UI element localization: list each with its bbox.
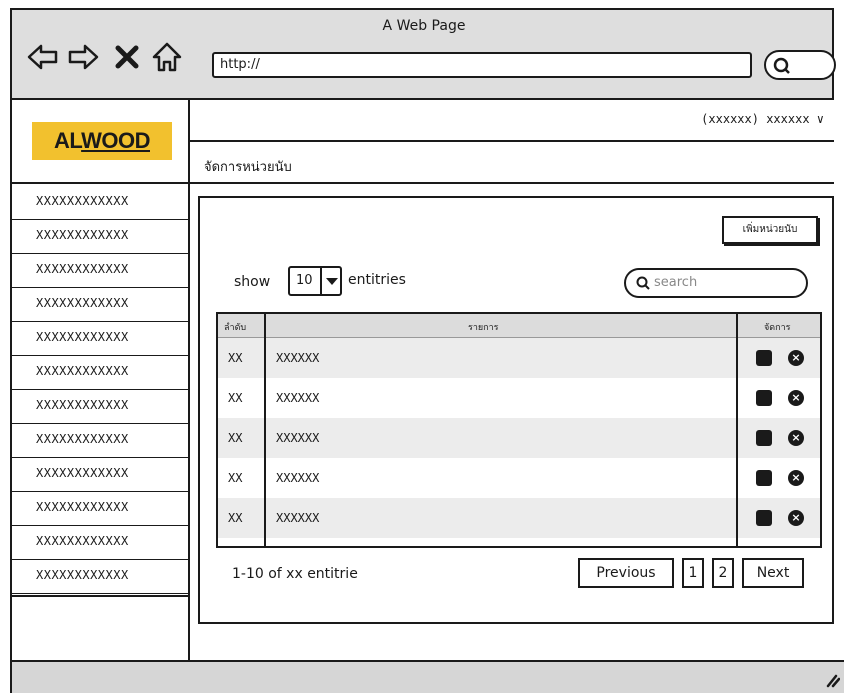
entries-summary: 1-10 of xx entitrie xyxy=(232,566,358,582)
column-divider xyxy=(264,314,266,546)
back-arrow-icon[interactable] xyxy=(26,40,60,74)
delete-icon[interactable]: × xyxy=(788,430,804,446)
close-x-icon[interactable] xyxy=(110,40,144,74)
status-bar xyxy=(10,660,844,693)
delete-icon[interactable]: × xyxy=(788,510,804,526)
logo[interactable]: ALWOOD xyxy=(32,122,172,160)
page-1-button[interactable]: 1 xyxy=(682,558,704,588)
table-row: XX XXXXXX × xyxy=(218,418,820,458)
search-placeholder: search xyxy=(654,275,698,290)
table-row: XX XXXXXX × xyxy=(218,338,820,378)
row-number: XX xyxy=(228,391,243,405)
column-header-action: จัดการ xyxy=(764,323,791,333)
column-header-no: ลำดับ xyxy=(224,323,247,333)
row-number: XX xyxy=(228,431,243,445)
entries-label: entitries xyxy=(348,272,406,288)
sidebar-item[interactable]: XXXXXXXXXXXX xyxy=(12,390,190,424)
sidebar-divider xyxy=(12,595,190,597)
window-title: A Web Page xyxy=(382,18,466,34)
user-menu[interactable]: (xxxxxx) xxxxxx ∨ xyxy=(701,112,824,126)
forward-arrow-icon[interactable] xyxy=(66,40,100,74)
page-2-button[interactable]: 2 xyxy=(712,558,734,588)
page-title: จัดการหน่วยนับ xyxy=(204,160,292,175)
sidebar-item[interactable]: XXXXXXXXXXXX xyxy=(12,186,190,220)
show-label: show xyxy=(234,274,271,290)
edit-icon[interactable] xyxy=(756,390,772,406)
row-item: XXXXXX xyxy=(276,391,320,405)
breadcrumb-bar: จัดการหน่วยนับ xyxy=(190,144,834,184)
table-row: XX XXXXXX × xyxy=(218,458,820,498)
sidebar-item[interactable]: XXXXXXXXXXXX xyxy=(12,322,190,356)
sidebar-item[interactable]: XXXXXXXXXXXX xyxy=(12,560,190,594)
sidebar-item[interactable]: XXXXXXXXXXXX xyxy=(12,458,190,492)
resize-handle-icon[interactable] xyxy=(822,670,840,688)
chevron-down-icon xyxy=(320,268,340,294)
search-icon xyxy=(773,57,790,74)
search-input[interactable]: search xyxy=(624,268,808,298)
edit-icon[interactable] xyxy=(756,510,772,526)
entries-select[interactable]: 10 xyxy=(288,266,342,296)
sidebar-item[interactable]: XXXXXXXXXXXX xyxy=(12,424,190,458)
search-icon xyxy=(636,276,650,290)
delete-icon[interactable]: × xyxy=(788,470,804,486)
edit-icon[interactable] xyxy=(756,430,772,446)
top-bar: (xxxxxx) xxxxxx ∨ xyxy=(190,100,834,142)
table-row: XX XXXXXX × xyxy=(218,498,820,538)
home-icon[interactable] xyxy=(150,40,184,74)
row-item: XXXXXX xyxy=(276,511,320,525)
logo-prefix: AL xyxy=(53,128,82,153)
next-page-button[interactable]: Next xyxy=(742,558,804,588)
sidebar-item[interactable]: XXXXXXXXXXXX xyxy=(12,220,190,254)
browser-toolbar: A Web Page http:// xyxy=(10,8,836,100)
column-header-item: รายการ xyxy=(468,323,499,333)
sidebar: ALWOOD XXXXXXXXXXXX XXXXXXXXXXXX XXXXXXX… xyxy=(10,100,190,660)
table-header: ลำดับ รายการ จัดการ xyxy=(218,314,820,338)
sidebar-item[interactable]: XXXXXXXXXXXX xyxy=(12,492,190,526)
logo-area: ALWOOD xyxy=(12,100,190,184)
delete-icon[interactable]: × xyxy=(788,390,804,406)
content-panel: เพิ่มหน่วยนับ show 10 entitries search ล… xyxy=(198,196,834,624)
row-number: XX xyxy=(228,351,243,365)
logo-suffix: WOOD xyxy=(81,128,150,153)
row-item: XXXXXX xyxy=(276,431,320,445)
sidebar-item[interactable]: XXXXXXXXXXXX xyxy=(12,526,190,560)
edit-icon[interactable] xyxy=(756,470,772,486)
browser-search-button[interactable] xyxy=(764,50,836,80)
address-bar[interactable]: http:// xyxy=(212,52,752,78)
entries-value: 10 xyxy=(296,273,313,288)
table-row: XX XXXXXX × xyxy=(218,378,820,418)
sidebar-item[interactable]: XXXXXXXXXXXX xyxy=(12,356,190,390)
previous-page-button[interactable]: Previous xyxy=(578,558,674,588)
row-item: XXXXXX xyxy=(276,351,320,365)
data-table: ลำดับ รายการ จัดการ XX XXXXXX × XX XXXXX… xyxy=(216,312,822,548)
row-number: XX xyxy=(228,511,243,525)
sidebar-item[interactable]: XXXXXXXXXXXX xyxy=(12,254,190,288)
add-unit-button[interactable]: เพิ่มหน่วยนับ xyxy=(722,216,818,244)
sidebar-item[interactable]: XXXXXXXXXXXX xyxy=(12,288,190,322)
column-divider xyxy=(736,314,738,546)
row-item: XXXXXX xyxy=(276,471,320,485)
row-number: XX xyxy=(228,471,243,485)
edit-icon[interactable] xyxy=(756,350,772,366)
delete-icon[interactable]: × xyxy=(788,350,804,366)
